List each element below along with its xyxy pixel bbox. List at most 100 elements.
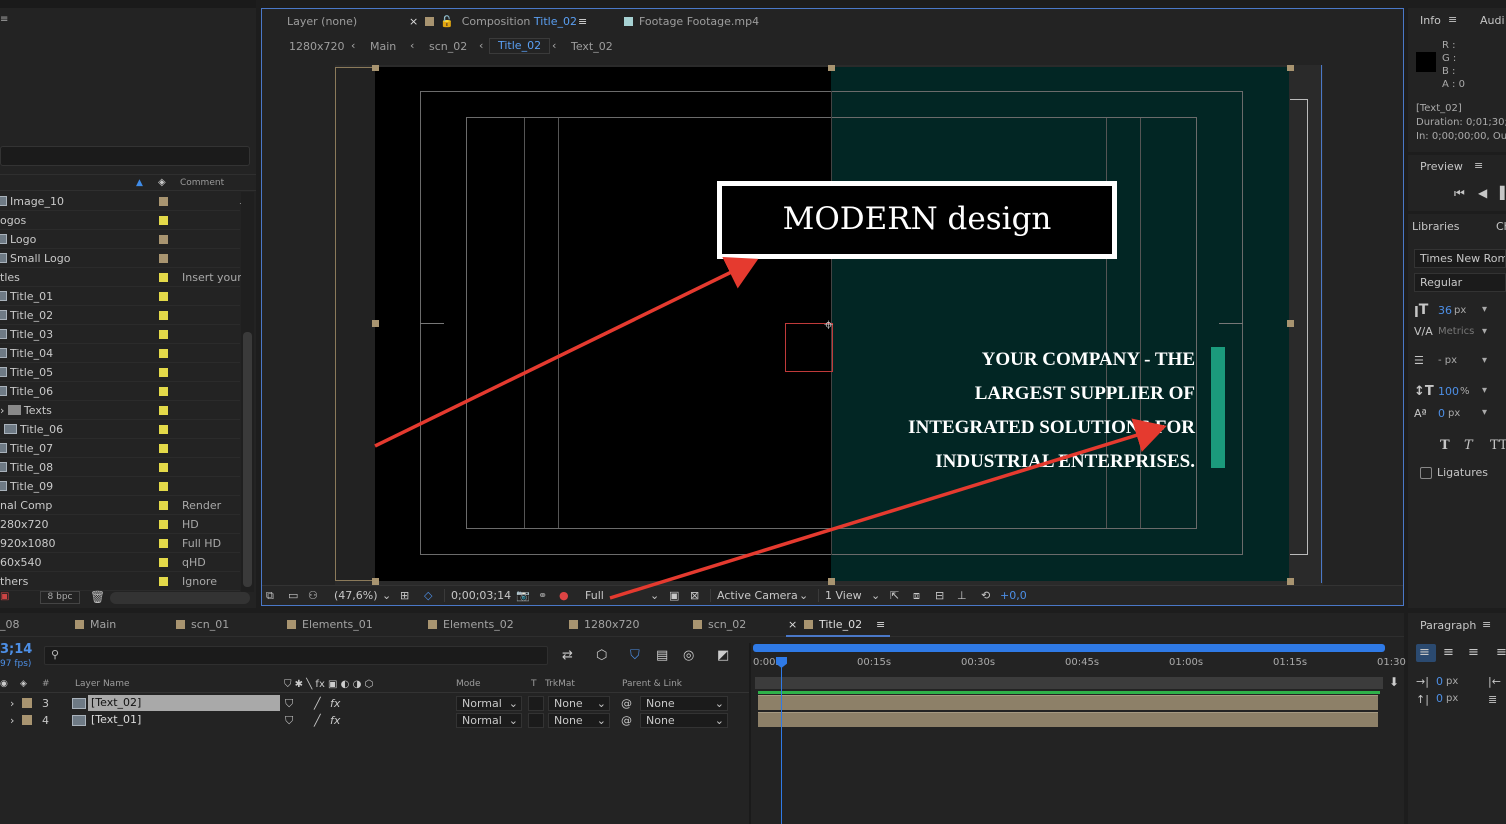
bit-depth-button[interactable]: 8 bpc [40, 591, 80, 604]
label-color-swatch[interactable] [159, 368, 168, 377]
chevron-down-icon[interactable]: ▾ [1482, 326, 1487, 337]
show-snapshot-icon[interactable]: ⚭ [538, 589, 547, 602]
project-item[interactable]: tles Insert your [0, 268, 242, 287]
tab-comp-08[interactable]: _08 [0, 618, 20, 631]
toggle-pixel-aspect-icon[interactable]: ⇱ [890, 589, 899, 602]
first-frame-icon[interactable]: ⏮ [1454, 186, 1465, 201]
quality-switch-icon[interactable]: ╱ [314, 714, 321, 727]
preview-title[interactable]: Preview [1420, 160, 1463, 173]
chevron-right-icon[interactable]: › [10, 714, 14, 727]
chevron-down-icon[interactable]: ⌄ [382, 589, 391, 602]
interpret-footage-icon[interactable]: ▣ [0, 591, 9, 602]
crumb-text-02[interactable]: Text_02 [571, 40, 613, 53]
play-icon[interactable]: ▌ [1500, 186, 1506, 200]
close-icon[interactable]: × [788, 618, 797, 631]
region-of-interest-icon[interactable]: ▣ [669, 589, 679, 602]
snapshot-icon[interactable]: 📷 [516, 589, 530, 602]
pick-whip-icon[interactable]: @ [621, 697, 632, 710]
tab-audio[interactable]: Audi [1480, 14, 1505, 27]
crumb-main[interactable]: Main [370, 40, 396, 53]
column-parent[interactable]: Parent & Link [622, 679, 682, 689]
close-icon[interactable]: × [409, 15, 418, 28]
project-item[interactable]: Title_03 [0, 325, 240, 344]
label-color-swatch[interactable] [159, 349, 168, 358]
label-color-swatch[interactable] [159, 501, 168, 510]
transform-handle[interactable] [372, 65, 379, 71]
tab-elements-02[interactable]: Elements_02 [428, 618, 514, 631]
layer-duration-bar[interactable] [758, 695, 1378, 710]
project-item[interactable]: Title_09 [0, 477, 240, 496]
effects-switch-icon[interactable]: fx [330, 714, 340, 727]
chevron-down-icon[interactable]: ⌄ [799, 589, 808, 602]
label-color-swatch[interactable] [159, 558, 168, 567]
preserve-transparency-toggle[interactable] [528, 713, 544, 728]
table-row[interactable]: › 4 [Text_01] ⛉ ╱ fx Normal ⌄ None ⌄ @ None ⌄ [0, 712, 750, 729]
layer-search-input[interactable]: ⚲ [44, 646, 548, 665]
font-size-value[interactable]: 36 [1438, 304, 1452, 317]
project-item[interactable]: Title_05 [0, 363, 240, 382]
project-item[interactable]: Small Logo [0, 249, 240, 268]
justify-icon[interactable]: ≡ [1496, 645, 1506, 660]
project-item[interactable]: 280x720 HD [0, 515, 240, 534]
comp-mini-flowchart-icon[interactable]: ⇄ [562, 648, 573, 663]
project-item[interactable]: 920x1080 Full HD [0, 534, 240, 553]
vr-icon[interactable]: ⚇ [308, 589, 318, 602]
timeline-icon[interactable]: ⊟ [935, 589, 944, 602]
shy-switch-icon[interactable]: ⛉ [285, 697, 293, 711]
transform-handle[interactable] [372, 320, 379, 327]
project-item[interactable]: nal Comp Render [0, 496, 240, 515]
tab-elements-01[interactable]: Elements_01 [287, 618, 373, 631]
tab-menu-icon[interactable]: ≡ [578, 15, 587, 28]
shy-switch-icon[interactable]: ⛉ [285, 714, 293, 728]
tab-info[interactable]: Info [1420, 14, 1441, 27]
project-item[interactable]: thers Ignore [0, 572, 240, 591]
motion-blur-icon[interactable]: ◎ [683, 648, 694, 663]
crumb-1280x720[interactable]: 1280x720 [289, 40, 345, 53]
color-channels-icon[interactable]: ● [559, 589, 569, 602]
column-t[interactable]: T [531, 679, 537, 689]
fast-previews-icon[interactable]: ⧈ [913, 589, 920, 603]
label-color-swatch[interactable] [159, 577, 168, 586]
label-color-swatch[interactable] [159, 235, 168, 244]
scrollbar-thumb[interactable] [243, 332, 252, 587]
all-caps-icon[interactable]: TT [1490, 438, 1506, 453]
project-item[interactable]: Logo [0, 230, 240, 249]
tab-character[interactable]: Ch [1496, 220, 1506, 233]
label-color-swatch[interactable] [159, 311, 168, 320]
project-item[interactable]: Title_06 [0, 382, 240, 401]
column-layer-name[interactable]: Layer Name [75, 679, 130, 689]
label-color-swatch[interactable] [159, 520, 168, 529]
label-color-swatch[interactable] [159, 425, 168, 434]
label-color-swatch[interactable] [159, 216, 168, 225]
label-color-swatch[interactable] [159, 197, 168, 206]
label-tag-icon[interactable]: ◈ [158, 177, 166, 188]
tab-main[interactable]: Main [75, 618, 116, 631]
quality-switch-icon[interactable]: ╱ [314, 697, 321, 710]
label-color-swatch[interactable] [159, 539, 168, 548]
align-center-icon[interactable]: ≡ [1443, 645, 1454, 660]
label-color-swatch[interactable] [159, 387, 168, 396]
effects-switch-icon[interactable]: fx [330, 697, 340, 710]
anchor-point-icon[interactable]: ⌖ [824, 315, 833, 335]
transform-handle[interactable] [372, 578, 379, 585]
transform-handle[interactable] [1287, 320, 1294, 327]
playhead-line[interactable] [781, 659, 782, 824]
label-color-swatch[interactable] [159, 254, 168, 263]
mask-visibility-icon[interactable]: ◇ [424, 589, 432, 602]
transparency-grid-icon[interactable]: ⊠ [690, 589, 699, 602]
layer-name[interactable]: [Text_01] [88, 712, 280, 728]
font-family-dropdown[interactable]: Times New Roma [1414, 249, 1506, 268]
column-trkmat[interactable]: TrkMat [545, 679, 575, 689]
indent-left-value[interactable]: 0 [1436, 675, 1443, 688]
label-color-swatch[interactable] [22, 715, 32, 725]
panel-menu-icon[interactable]: ≡ [1448, 13, 1457, 26]
chevron-down-icon[interactable]: ▾ [1482, 385, 1487, 396]
pick-whip-icon[interactable]: @ [621, 714, 632, 727]
project-item[interactable]: ogos [0, 211, 240, 230]
tab-composition[interactable]: 🔓 Composition Title_02 [425, 15, 577, 28]
exposure-value[interactable]: +0,0 [1000, 589, 1027, 602]
ligatures-checkbox[interactable] [1420, 467, 1432, 479]
timeline-divider[interactable] [749, 643, 751, 824]
shy-layers-icon[interactable]: ⛉ [630, 648, 640, 663]
comp-marker-bin-icon[interactable]: ⬇ [1389, 675, 1399, 689]
